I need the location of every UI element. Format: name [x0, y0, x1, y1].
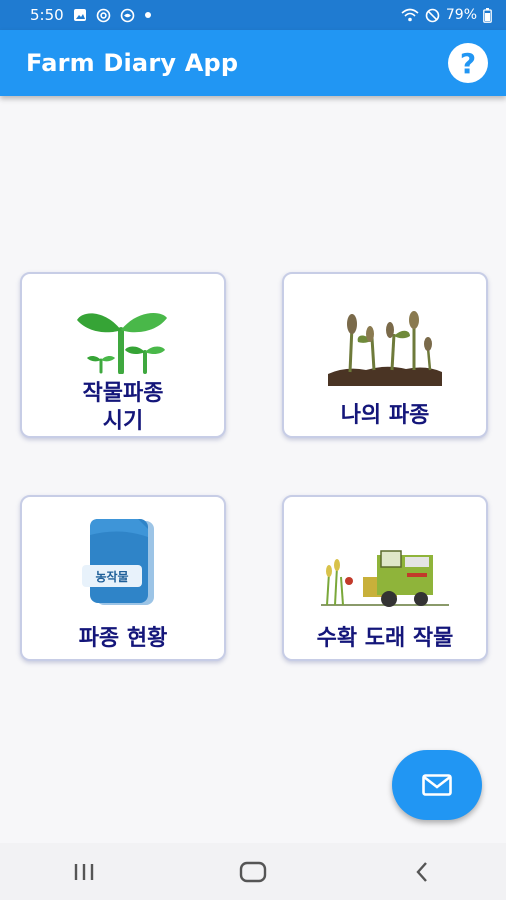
svg-text:농작물: 농작물 — [95, 569, 128, 584]
at-sign-icon — [96, 8, 111, 23]
status-bar: 5:50 79% — [0, 0, 506, 30]
eye-icon — [120, 8, 135, 23]
planting-status-label: 파종 현황 — [78, 626, 168, 651]
home-icon — [239, 861, 267, 882]
crop-document-icon: 농작물 — [80, 509, 166, 609]
crop-planting-time-label: 작물파종 시기 — [82, 381, 164, 434]
home-button[interactable] — [223, 852, 283, 892]
seedling-sprout-icon — [75, 286, 171, 374]
notification-dot-icon — [144, 11, 152, 19]
back-button[interactable] — [392, 852, 452, 892]
wifi-icon — [401, 8, 419, 22]
app-title: Farm Diary App — [26, 49, 239, 77]
my-planting-card[interactable]: 나의 파종 — [282, 272, 488, 438]
battery-icon — [483, 7, 492, 23]
system-nav-bar — [0, 843, 506, 900]
harvest-crops-label: 수확 도래 작물 — [316, 626, 454, 651]
app-bar: Farm Diary App ? — [0, 30, 506, 96]
battery-percent: 79% — [445, 7, 477, 23]
recents-button[interactable] — [54, 852, 114, 892]
gallery-icon — [73, 8, 87, 22]
mail-fab-button[interactable] — [392, 750, 482, 820]
crop-planting-time-card[interactable]: 작물파종 시기 — [20, 272, 226, 438]
back-icon — [416, 861, 427, 882]
mail-icon — [422, 774, 452, 796]
recents-icon — [75, 863, 94, 880]
combine-harvester-icon — [319, 509, 451, 609]
status-time: 5:50 — [30, 6, 64, 24]
help-icon: ? — [459, 46, 477, 80]
do-not-disturb-icon — [425, 8, 440, 23]
harvest-crops-card[interactable]: 수확 도래 작물 — [282, 495, 488, 661]
seedlings-soil-icon — [326, 286, 444, 386]
help-button[interactable]: ? — [448, 43, 488, 83]
planting-status-card[interactable]: 농작물 파종 현황 — [20, 495, 226, 661]
my-planting-label: 나의 파종 — [340, 403, 430, 428]
